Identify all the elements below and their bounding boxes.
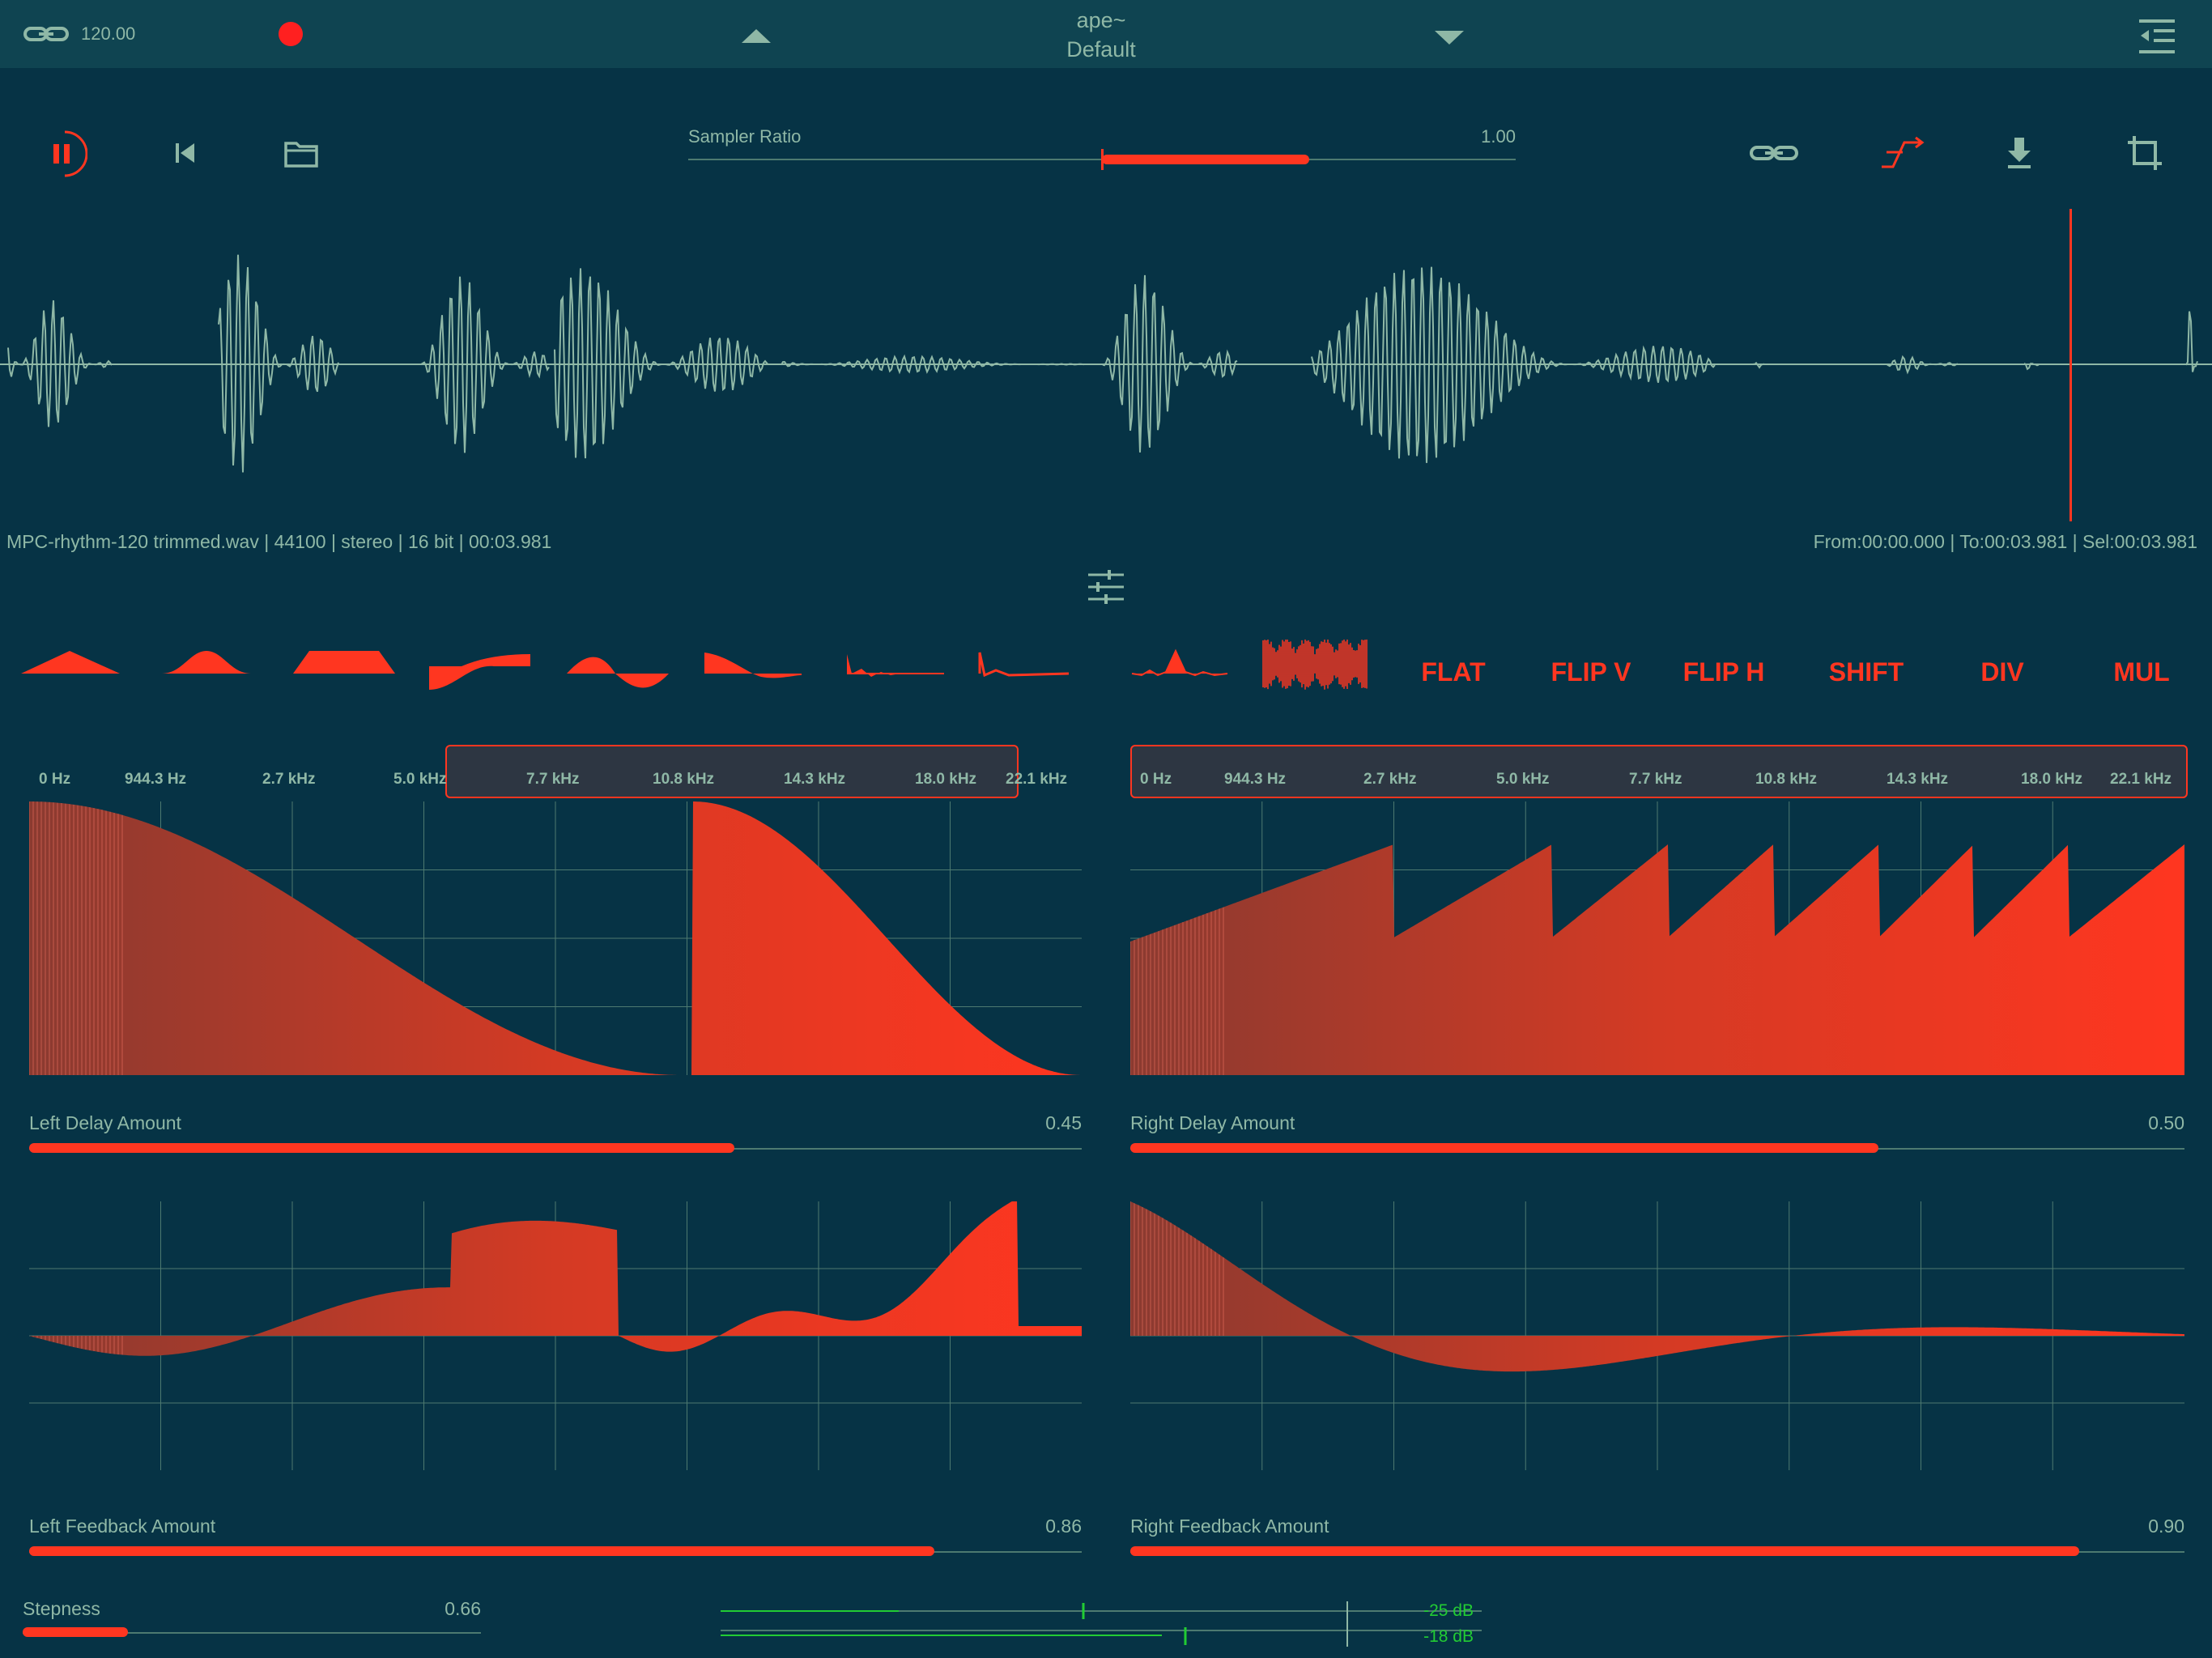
triangle-shape-icon[interactable]	[21, 651, 120, 674]
damped-shape-icon[interactable]	[847, 654, 944, 677]
link-icon[interactable]	[23, 21, 70, 47]
freq-label: 18.0 kHz	[2021, 771, 2083, 788]
decay-shape-icon[interactable]	[704, 653, 802, 678]
selection-info-text: From:00:00.000 | To:00:03.981 | Sel:00:0…	[1813, 531, 2197, 552]
sampler-ratio-label: Sampler Ratio	[688, 126, 802, 147]
right-feedback-graph[interactable]	[1130, 1201, 2184, 1470]
left-delay-value: 0.45	[1045, 1112, 1082, 1133]
crop-icon[interactable]	[2126, 134, 2163, 172]
right-delay-fill[interactable]	[1130, 1143, 1879, 1153]
preset-name[interactable]: Default	[1020, 37, 1182, 62]
right-freq-axis: 0 Hz 944.3 Hz 2.7 kHz 5.0 kHz 7.7 kHz 10.8 kH…	[0, 771, 2212, 792]
sampler-ratio-fill[interactable]	[1102, 155, 1309, 164]
loop-arrow-icon[interactable]	[1878, 136, 1925, 170]
link-icon[interactable]	[1749, 141, 1799, 165]
freq-label: 10.8 kHz	[1755, 771, 1818, 788]
waveform-display[interactable]	[0, 206, 2212, 522]
sine-period-shape-icon[interactable]	[567, 657, 669, 688]
stepness-fill[interactable]	[23, 1627, 129, 1637]
menu-list-icon[interactable]	[2138, 18, 2176, 55]
stepness-value: 0.66	[445, 1598, 481, 1619]
right-db-readout: -18 dB	[1423, 1627, 1474, 1646]
mul-button[interactable]: MUL	[2089, 657, 2194, 687]
folder-icon[interactable]	[283, 139, 319, 168]
flip-v-button[interactable]: FLIP V	[1538, 657, 1644, 687]
flip-h-button[interactable]: FLIP H	[1671, 657, 1776, 687]
gaussian-shape-icon[interactable]	[162, 651, 251, 674]
sampler-ratio-value: 1.00	[1481, 126, 1516, 147]
freq-label: 944.3 Hz	[1224, 771, 1287, 788]
preset-down-icon[interactable]	[1435, 31, 1464, 45]
preset-up-icon[interactable]	[742, 29, 771, 43]
sliders-icon[interactable]	[1087, 568, 1125, 606]
freq-label: 14.3 kHz	[1887, 771, 1949, 788]
wavelet-shape-icon[interactable]	[1131, 648, 1228, 677]
level-meters	[721, 1600, 1482, 1648]
freq-label: 22.1 kHz	[2110, 771, 2172, 788]
freq-label: 0 Hz	[1140, 771, 1172, 788]
skip-back-icon[interactable]	[173, 141, 198, 165]
freq-label: 5.0 kHz	[1496, 771, 1550, 788]
left-feedback-graph[interactable]	[29, 1201, 1082, 1470]
div-button[interactable]: DIV	[1950, 657, 2055, 687]
right-feedback-value: 0.90	[2148, 1516, 2184, 1537]
record-button[interactable]	[279, 22, 303, 46]
trapezoid-shape-icon[interactable]	[293, 651, 395, 674]
left-delay-graph[interactable]	[29, 801, 1082, 1075]
playhead-marker[interactable]	[2069, 209, 2072, 521]
right-feedback-fill[interactable]	[1130, 1546, 2079, 1556]
flat-button[interactable]: FLAT	[1401, 657, 1506, 687]
right-feedback-label: Right Feedback Amount	[1130, 1516, 1329, 1537]
shift-button[interactable]: SHIFT	[1814, 657, 1919, 687]
left-feedback-value: 0.86	[1045, 1516, 1082, 1537]
sine-shape-icon[interactable]	[429, 654, 530, 690]
right-delay-value: 0.50	[2148, 1112, 2184, 1133]
right-delay-label: Right Delay Amount	[1130, 1112, 1295, 1133]
left-feedback-label: Left Feedback Amount	[29, 1516, 216, 1537]
left-feedback-fill[interactable]	[29, 1546, 934, 1556]
freq-label: 7.7 kHz	[1629, 771, 1682, 788]
app-title: ape~	[1076, 8, 1126, 32]
tempo-value: 120.00	[81, 23, 136, 44]
download-icon[interactable]	[2005, 136, 2034, 170]
file-info-text: MPC-rhythm-120 trimmed.wav | 44100 | ste…	[6, 531, 552, 552]
left-delay-label: Left Delay Amount	[29, 1112, 181, 1133]
impulse-shape-icon[interactable]	[978, 652, 1070, 678]
stepness-label: Stepness	[23, 1598, 100, 1619]
pause-icon[interactable]	[42, 130, 87, 178]
sampler-ratio-center-mark	[1101, 149, 1104, 170]
left-delay-fill[interactable]	[29, 1143, 734, 1153]
left-db-readout: -25 dB	[1423, 1601, 1474, 1620]
shape-presets	[16, 640, 1376, 704]
right-delay-graph[interactable]	[1130, 801, 2184, 1075]
freq-label: 2.7 kHz	[1363, 771, 1417, 788]
noise-shape-icon[interactable]	[1262, 640, 1368, 690]
